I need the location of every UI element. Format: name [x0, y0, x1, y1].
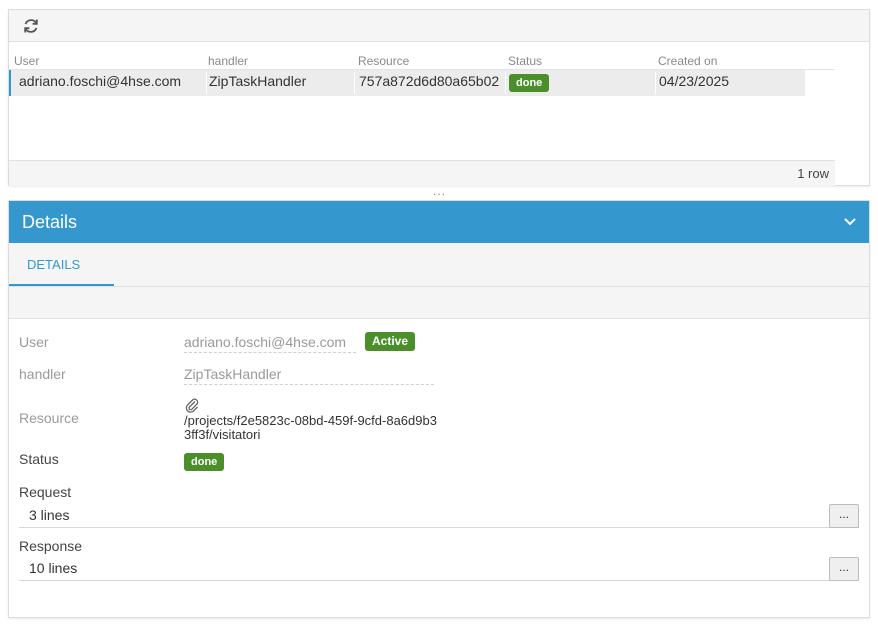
cell-handler: ZipTaskHandler [209, 73, 307, 89]
details-subtoolbar [9, 287, 869, 319]
panel-splitter-handle[interactable]: ... [433, 184, 446, 198]
refresh-icon[interactable] [21, 16, 41, 36]
cell-created-on: 04/23/2025 [659, 73, 730, 89]
user-value: adriano.foschi@4hse.com [184, 334, 356, 353]
grid-footer: 1 row [9, 160, 835, 186]
chevron-down-icon[interactable] [843, 215, 857, 229]
paperclip-icon[interactable] [184, 397, 200, 413]
handler-label: handler [19, 366, 66, 382]
details-header[interactable]: Details [9, 201, 869, 243]
resource-path-link[interactable]: /projects/f2e5823c-08bd-459f-9cfd-8a6d9b… [184, 414, 444, 442]
tab-details[interactable]: DETAILS [9, 243, 114, 286]
cell-status: done [509, 70, 655, 96]
status-badge: done [184, 453, 225, 471]
resource-label: Resource [19, 410, 79, 426]
request-field[interactable]: 3 lines ... [19, 504, 859, 528]
details-tabbar: DETAILS [9, 243, 869, 287]
details-panel: Details DETAILS User adriano.foschi@4hse… [8, 200, 870, 618]
response-more-button[interactable]: ... [829, 557, 859, 581]
request-value: 3 lines [29, 507, 70, 523]
column-header-created-on[interactable]: Created on [658, 54, 717, 68]
response-value: 10 lines [29, 560, 78, 576]
request-more-button[interactable]: ... [829, 504, 859, 528]
column-header-status[interactable]: Status [508, 54, 542, 68]
grid-toolbar [9, 10, 869, 42]
column-header-resource[interactable]: Resource [358, 54, 409, 68]
grid-header: User handler Resource Status Created on [9, 52, 835, 70]
request-label: Request [19, 484, 72, 500]
cell-user: adriano.foschi@4hse.com [19, 73, 182, 89]
user-label: User [19, 334, 49, 350]
resource-value: /projects/f2e5823c-08bd-459f-9cfd-8a6d9b… [184, 397, 444, 442]
table-row[interactable]: adriano.foschi@4hse.com ZipTaskHandler 7… [9, 70, 805, 96]
handler-value: ZipTaskHandler [184, 366, 434, 385]
row-count: 1 row [797, 166, 829, 181]
status-label: Status [19, 451, 59, 467]
column-header-handler[interactable]: handler [208, 54, 248, 68]
details-title: Details [22, 212, 78, 232]
column-header-user[interactable]: User [14, 54, 39, 68]
task-grid-panel: User handler Resource Status Created on … [8, 9, 870, 186]
response-label: Response [19, 538, 83, 554]
cell-resource: 757a872d6d80a65b02 [359, 73, 500, 89]
status-badge: done [509, 74, 550, 92]
response-field[interactable]: 10 lines ... [19, 557, 859, 581]
user-active-badge: Active [365, 332, 416, 351]
